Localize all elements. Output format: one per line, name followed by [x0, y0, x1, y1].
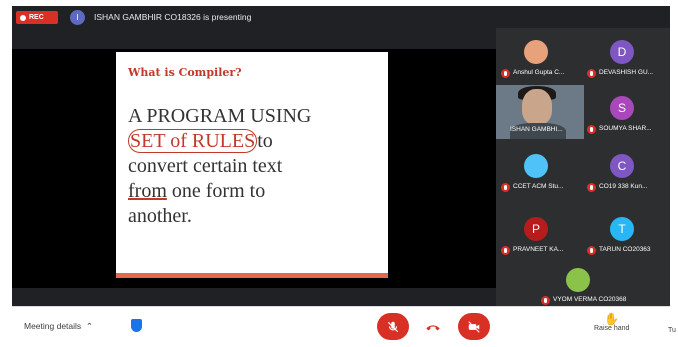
- avatar: [524, 40, 548, 64]
- top-bar: REC I ISHAN GAMBHIR CO18326 is presentin…: [12, 6, 670, 28]
- slide-title: What is Compiler?: [128, 66, 242, 79]
- hand-icon: ✋: [604, 312, 620, 326]
- highlighted-phrase: SET of RULES: [128, 129, 258, 153]
- meeting-controls: Meeting details ⌃ ✋ Raise hand Tu: [12, 306, 676, 347]
- mic-off-icon: [587, 125, 596, 134]
- avatar: S: [610, 96, 634, 120]
- slide-line: A PROGRAM USING: [128, 105, 312, 127]
- slide-body: A PROGRAM USING SET of RULES to convert c…: [128, 104, 378, 229]
- mic-off-icon: [541, 296, 550, 305]
- participant-tile[interactable]: S SOUMYA SHAR...: [582, 88, 670, 138]
- more-controls-label[interactable]: Tu: [668, 327, 676, 334]
- avatar: [566, 268, 590, 292]
- slide-line: another.: [128, 205, 192, 227]
- slide-text: to: [257, 130, 273, 152]
- presenter-avatar: I: [70, 10, 85, 25]
- participant-tile[interactable]: Anshul Gupta C...: [496, 32, 586, 82]
- participant-name: DEVASHISH GU...: [599, 69, 654, 76]
- mic-off-icon: [387, 321, 399, 332]
- mic-off-icon: [501, 183, 510, 192]
- participant-video-tile[interactable]: ISHAN GAMBHI...: [496, 85, 584, 139]
- participant-name: Anshul Gupta C...: [513, 69, 565, 76]
- meeting-details-button[interactable]: Meeting details ⌃: [24, 321, 93, 332]
- recording-badge: REC: [16, 11, 58, 24]
- camera-off-icon: [468, 320, 480, 333]
- underlined-word: from: [128, 180, 167, 202]
- slide-text: one form to: [166, 180, 266, 202]
- meeting-stage: REC I ISHAN GAMBHIR CO18326 is presentin…: [12, 6, 670, 306]
- mic-toggle-button[interactable]: [377, 313, 409, 340]
- video-face: [522, 89, 552, 125]
- participant-name: CCET ACM Stu...: [513, 183, 564, 190]
- slide-line: from one form to: [128, 179, 378, 204]
- presentation-slide: What is Compiler? A PROGRAM USING SET of…: [116, 52, 388, 278]
- participant-name: PRAVNEET KA...: [513, 246, 564, 253]
- meeting-details-label: Meeting details: [24, 321, 82, 331]
- participant-name: SOUMYA SHAR...: [599, 125, 652, 132]
- avatar: P: [524, 217, 548, 241]
- shield-icon[interactable]: [131, 319, 142, 332]
- mic-off-icon: [587, 246, 596, 255]
- avatar: [524, 154, 548, 178]
- recording-label: REC: [29, 14, 44, 21]
- meeting-window: REC I ISHAN GAMBHIR CO18326 is presentin…: [0, 0, 678, 347]
- participant-name: CO19 338 Kun...: [599, 183, 648, 190]
- mic-off-icon: [587, 183, 596, 192]
- participant-tile[interactable]: C CO19 338 Kun...: [582, 146, 670, 196]
- participant-name: ISHAN GAMBHI...: [510, 126, 563, 133]
- mic-off-icon: [501, 246, 510, 255]
- participant-name: TARUN CO20363: [599, 246, 651, 253]
- avatar: D: [610, 40, 634, 64]
- slide-line: SET of RULES to: [128, 129, 378, 154]
- avatar: C: [610, 154, 634, 178]
- presenting-status: ISHAN GAMBHIR CO18326 is presenting: [94, 12, 252, 22]
- phone-hangup-icon: [426, 324, 440, 330]
- participant-tile[interactable]: CCET ACM Stu...: [496, 146, 586, 196]
- participant-tile[interactable]: P PRAVNEET KA...: [496, 209, 586, 259]
- participant-tile[interactable]: VYOM VERMA CO20368: [536, 264, 626, 306]
- mic-off-icon: [587, 69, 596, 78]
- chevron-up-icon: ⌃: [83, 321, 94, 331]
- mic-off-icon: [501, 69, 510, 78]
- record-dot-icon: [20, 14, 26, 21]
- raise-hand-button[interactable]: ✋ Raise hand: [594, 313, 629, 332]
- camera-toggle-button[interactable]: [458, 313, 490, 340]
- raise-hand-label: Raise hand: [594, 325, 630, 332]
- slide-line: convert certain text: [128, 155, 283, 177]
- avatar: T: [610, 217, 634, 241]
- end-call-button[interactable]: [417, 313, 449, 340]
- participant-tile[interactable]: T TARUN CO20363: [582, 209, 670, 259]
- participant-tile[interactable]: D DEVASHISH GU...: [582, 32, 670, 82]
- participant-name: VYOM VERMA CO20368: [553, 296, 627, 303]
- participant-grid: Anshul Gupta C... D DEVASHISH GU... ISHA…: [496, 28, 670, 306]
